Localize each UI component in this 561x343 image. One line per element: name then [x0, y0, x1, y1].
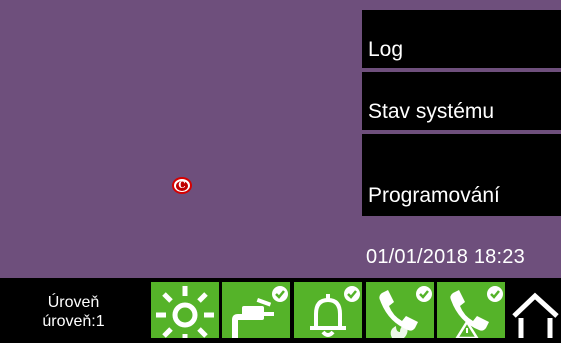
bell-tile[interactable] — [294, 282, 362, 338]
bell-icon — [310, 286, 360, 337]
level-title: Úroveň — [47, 294, 100, 311]
date-time: 01/01/2018 18:23 — [366, 246, 525, 268]
check-badge-icon — [272, 286, 288, 302]
system-status-label: Stav systému — [368, 100, 495, 123]
plug-icon — [232, 286, 288, 338]
check-badge-icon — [344, 286, 360, 302]
log-button[interactable]: Log — [362, 10, 561, 68]
sun-icon — [156, 286, 214, 338]
plug-tile[interactable] — [222, 282, 290, 338]
phone-warning-icon — [450, 286, 503, 338]
phone-warning-tile[interactable] — [437, 282, 505, 338]
phone-fire-icon — [379, 286, 432, 338]
level-button[interactable]: Úroveň úroveň:1 — [0, 282, 147, 338]
log-label: Log — [368, 38, 404, 61]
check-badge-icon — [487, 286, 503, 302]
cursor-marker-icon: C — [172, 177, 192, 194]
phone-fire-tile[interactable] — [366, 282, 434, 338]
home-button[interactable] — [510, 288, 561, 338]
sun-tile[interactable] — [151, 282, 219, 338]
level-value: úroveň:1 — [42, 313, 105, 330]
home-icon — [512, 292, 559, 338]
check-badge-icon — [416, 286, 432, 302]
programming-label: Programování — [368, 184, 500, 207]
top-strip — [0, 0, 561, 6]
programming-button[interactable]: Programování — [362, 134, 561, 216]
system-status-button[interactable]: Stav systému — [362, 72, 561, 130]
